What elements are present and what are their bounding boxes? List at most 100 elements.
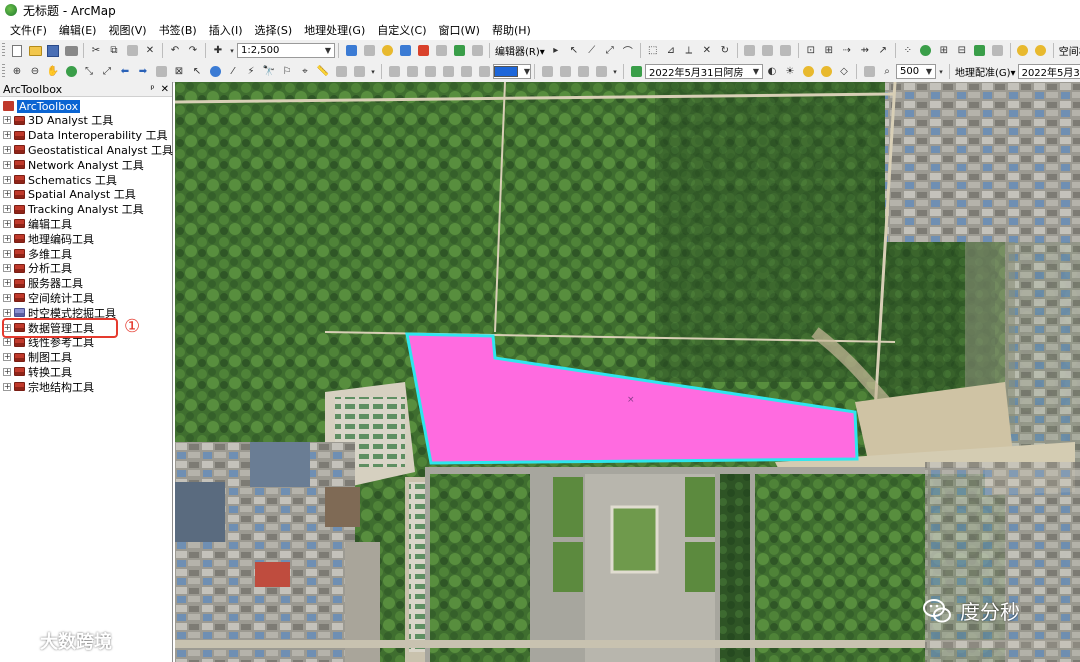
georef-icon[interactable] (862, 65, 876, 79)
grid-icon[interactable] (973, 44, 987, 58)
undo-icon[interactable]: ↶ (168, 44, 182, 58)
attributes-icon[interactable] (743, 44, 757, 58)
expand-icon[interactable]: + (3, 308, 11, 317)
search-window-icon[interactable] (398, 44, 412, 58)
toolbox-item[interactable]: + 分析工具 (3, 261, 172, 276)
go-to-xy-icon[interactable]: ⌖ (298, 65, 312, 79)
dropdown-arrow-icon[interactable]: ▾ (370, 65, 376, 79)
toolbox-item[interactable]: + 制图工具 (3, 350, 172, 365)
expand-icon[interactable]: + (3, 279, 11, 288)
expand-icon[interactable]: + (3, 145, 11, 154)
text-tool-icon[interactable] (423, 65, 437, 79)
expand-icon[interactable]: + (3, 116, 11, 125)
globe-icon[interactable] (919, 44, 933, 58)
identify-icon[interactable] (208, 65, 222, 79)
back-arrow-icon[interactable]: ⬅ (118, 65, 132, 79)
adjust-icon[interactable]: ⊟ (955, 44, 969, 58)
sketch-tool-icon[interactable]: ⤢ (603, 44, 617, 58)
contrast-icon[interactable]: ◐ (765, 65, 779, 79)
measure-icon[interactable]: 📏 (316, 65, 330, 79)
fixed-zoom-out-icon[interactable]: ⤢ (100, 65, 114, 79)
catalog-icon[interactable] (380, 44, 394, 58)
toolbox-item[interactable]: + Spatial Analyst 工具 (3, 187, 172, 202)
menu-edit[interactable]: 编辑(E) (53, 22, 103, 38)
find-icon[interactable]: 🔭 (262, 65, 276, 79)
toolbox-item[interactable]: + 空间统计工具 (3, 291, 172, 306)
brightness-icon[interactable]: ☀ (783, 65, 797, 79)
fill-color-icon[interactable] (477, 65, 491, 79)
link-table-icon[interactable]: ⊞ (937, 44, 951, 58)
toolbar-grip[interactable] (2, 43, 5, 58)
toolbox-item[interactable]: + 地理编码工具 (3, 231, 172, 246)
expand-icon[interactable]: + (3, 175, 11, 184)
georef-layer-combo[interactable]: 2022年5月31日阿房宫 (1017, 64, 1080, 79)
layout-tool-icon[interactable] (441, 65, 455, 79)
menu-help[interactable]: 帮助(H) (486, 22, 537, 38)
menu-customize[interactable]: 自定义(C) (371, 22, 432, 38)
expand-icon[interactable]: + (3, 234, 11, 243)
expand-icon[interactable]: + (3, 338, 11, 347)
select-features-icon[interactable] (154, 65, 168, 79)
layer-icon[interactable] (629, 65, 643, 79)
cut-icon[interactable]: ✂ (89, 44, 103, 58)
data-view-icon[interactable] (558, 65, 572, 79)
create-viewer-window-icon[interactable] (352, 65, 366, 79)
print-icon[interactable] (64, 44, 78, 58)
menu-selection[interactable]: 选择(S) (249, 22, 299, 38)
split-icon[interactable]: ✕ (700, 44, 714, 58)
menu-view[interactable]: 视图(V) (102, 22, 152, 38)
map-view[interactable]: × (175, 82, 1080, 662)
dropdown-arrow-icon[interactable]: ▾ (938, 65, 944, 79)
open-folder-icon[interactable] (28, 44, 42, 58)
menu-windows[interactable]: 窗口(W) (433, 22, 486, 38)
copy-icon[interactable]: ⧉ (107, 44, 121, 58)
rectangle-icon[interactable] (405, 65, 419, 79)
image-layer-combo[interactable]: 2022年5月31日阿房 ▼ (645, 64, 763, 79)
trace-tool-icon[interactable]: ⌒ (621, 44, 635, 58)
zoom-out-icon[interactable]: ⊖ (28, 65, 42, 79)
expand-icon[interactable]: + (3, 249, 11, 258)
save-icon[interactable] (46, 44, 60, 58)
add-data-icon[interactable]: ✚ (211, 44, 225, 58)
flicker-icon[interactable]: ◇ (837, 65, 851, 79)
close-icon[interactable]: ✕ (161, 84, 169, 95)
snapping-icon[interactable]: ⊡ (804, 44, 818, 58)
toolbox-item[interactable]: + 编辑工具 (3, 217, 172, 232)
expand-icon[interactable]: + (3, 382, 11, 391)
menu-insert[interactable]: 插入(I) (203, 22, 249, 38)
georeferencing-menu[interactable]: 地理配准(G)▾ (953, 64, 1018, 79)
expand-icon[interactable]: + (3, 293, 11, 302)
toolbox-item[interactable]: + Network Analyst 工具 (3, 157, 172, 172)
help-icon[interactable] (470, 44, 484, 58)
new-identity-link-icon[interactable]: ⇸ (858, 44, 872, 58)
select-elements-icon[interactable]: ↖ (190, 65, 204, 79)
edit-tool-icon[interactable]: ▸ (549, 44, 563, 58)
editor-toolbar-icon[interactable] (344, 44, 358, 58)
pause-icon[interactable] (594, 65, 608, 79)
fill-color-dropdown[interactable]: ▼ (493, 64, 531, 79)
dropdown-arrow-icon[interactable]: ▾ (229, 44, 235, 58)
rotate-icon[interactable]: ↻ (718, 44, 732, 58)
multi-link-icon[interactable]: ↗ (876, 44, 890, 58)
redo-icon[interactable]: ↷ (186, 44, 200, 58)
straight-segment-icon[interactable]: ⟋ (585, 44, 599, 58)
zoom-in-icon[interactable]: ⊕ (10, 65, 24, 79)
reshape-icon[interactable]: ⊿ (664, 44, 678, 58)
graphics-tool-icon[interactable] (459, 65, 473, 79)
forward-arrow-icon[interactable]: ➡ (136, 65, 150, 79)
expand-icon[interactable]: + (3, 219, 11, 228)
refresh-icon[interactable] (576, 65, 590, 79)
toolbox-item[interactable]: + Geostatistical Analyst 工具 (3, 143, 173, 158)
time-slider-icon[interactable] (334, 65, 348, 79)
cut-polygon-icon[interactable]: ⟂ (682, 44, 696, 58)
swipe-icon[interactable] (819, 65, 833, 79)
new-displacement-link-icon[interactable]: ⇢ (840, 44, 854, 58)
toolbox-item[interactable]: + 宗地结构工具 (3, 379, 172, 394)
toolbox-item[interactable]: + Schematics 工具 (3, 172, 172, 187)
toolbox-item[interactable]: + 多维工具 (3, 246, 172, 261)
new-document-icon[interactable] (10, 44, 24, 58)
model-builder-icon[interactable] (452, 44, 466, 58)
menu-bookmarks[interactable]: 书签(B) (153, 22, 203, 38)
options-icon[interactable] (1034, 44, 1048, 58)
clear-selection-icon[interactable]: ⊠ (172, 65, 186, 79)
